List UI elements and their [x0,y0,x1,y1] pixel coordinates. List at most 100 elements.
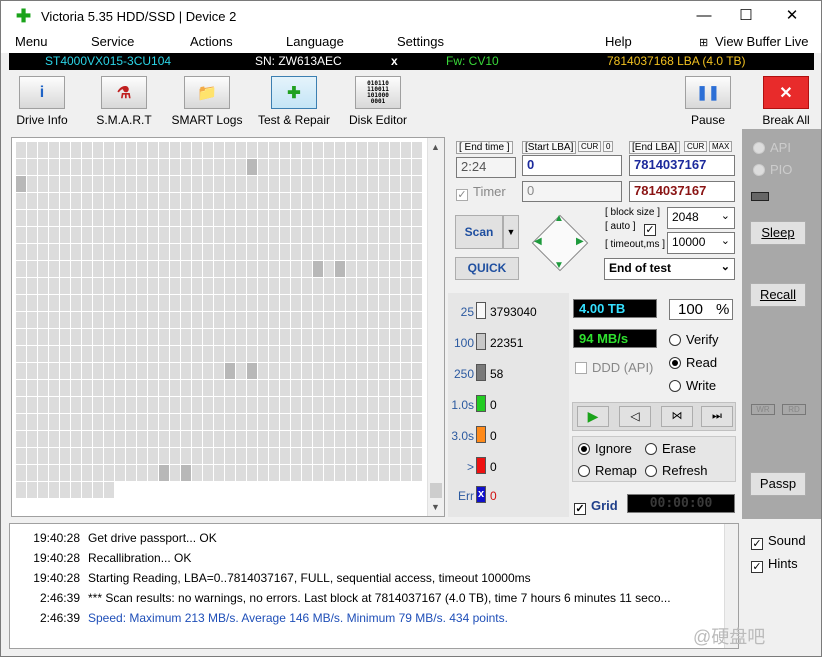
rewind-button[interactable]: ⋈ [661,406,693,427]
binary-doc-icon: 010110 110011 101000 0001 [355,76,401,109]
scroll-down-icon[interactable]: ▼ [431,502,440,512]
scan-button[interactable]: Scan [455,215,503,249]
ignore-radio[interactable]: Ignore [578,441,632,456]
timer-checkbox[interactable]: ✓ Timer [456,184,506,201]
write-radio[interactable]: Write [669,378,716,393]
quick-button[interactable]: QUICK [455,257,519,280]
auto-checkbox[interactable]: ✓ [644,219,661,236]
block-cell [302,210,312,226]
block-cell [258,397,268,413]
timeout-select[interactable]: 10000 ⌄ [667,232,735,254]
verify-label: Verify [686,332,719,347]
start-lba-field[interactable]: 0 [522,155,622,176]
pio-radio[interactable]: PIO [753,162,792,177]
elapsed-clock: 00:00:00 [627,494,735,513]
ddd-api-checkbox[interactable]: DDD (API) [575,360,653,375]
smart-button[interactable]: ⚗ S.M.A.R.T [93,76,155,127]
block-cell [247,142,257,158]
block-cell [16,278,26,294]
block-cell [137,176,147,192]
end-of-test-select[interactable]: End of test ⌄ [604,258,735,280]
menu-item-help[interactable]: Help [605,34,632,49]
menu-item-settings[interactable]: Settings [397,34,444,49]
block-cell [104,227,114,243]
scroll-up-icon[interactable]: ▲ [431,142,440,152]
hints-checkbox[interactable]: ✓ Hints [751,556,798,573]
erase-radio[interactable]: Erase [645,441,696,456]
disk-editor-button[interactable]: 010110 110011 101000 0001 Disk Editor [347,76,409,127]
down-arrow-icon[interactable]: ▼ [554,260,564,271]
start-lba-cur-button[interactable]: CUR [578,141,602,152]
block-cell [379,465,389,481]
grid-checkbox[interactable]: ✓ Grid [574,498,618,515]
block-cell [115,431,125,447]
block-cell [27,465,37,481]
log-row: 19:40:28 Starting Reading, LBA=0..7814037… [33,571,531,585]
sound-checkbox[interactable]: ✓ Sound [751,533,806,550]
block-cell [412,329,422,345]
drive-info-button[interactable]: i Drive Info [13,76,71,127]
verify-radio[interactable]: Verify [669,332,719,347]
menu-item-service[interactable]: Service [91,34,134,49]
up-arrow-icon[interactable]: ▲ [554,213,564,224]
block-cell [192,159,202,175]
toolbar: i Drive Info ⚗ S.M.A.R.T 📁 SMART Logs ✚ … [1,72,821,129]
block-cell [236,397,246,413]
block-cell [401,329,411,345]
block-cell [60,397,70,413]
block-cell [346,159,356,175]
left-arrow-icon[interactable]: ◀ [534,236,542,247]
start-lba-zero-button[interactable]: 0 [603,141,614,152]
block-cell [82,261,92,277]
view-buffer-live[interactable]: View Buffer Live [715,34,808,49]
block-cell [137,312,147,328]
end-lba-cur-button[interactable]: CUR [684,141,708,152]
api-radio[interactable]: API [753,140,791,155]
block-cell [247,159,257,175]
test-repair-button[interactable]: ✚ Test & Repair [255,76,333,127]
block-cell [313,414,323,430]
block-cell [170,159,180,175]
scan-dropdown-button[interactable]: ▼ [503,215,519,249]
info-close-x[interactable]: x [391,54,398,68]
block-cell [115,397,125,413]
block-map-scrollbar[interactable]: ▲ ▼ [427,138,444,516]
block-cell [379,329,389,345]
end-lba-max-button[interactable]: MAX [709,141,733,152]
block-cell [368,278,378,294]
play-button[interactable]: ▶ [577,406,609,427]
timer-field[interactable]: 0 [522,181,622,202]
remap-radio[interactable]: Remap [578,463,637,478]
scroll-thumb[interactable] [430,483,442,498]
smart-logs-button[interactable]: 📁 SMART Logs [171,76,243,127]
block-cell [214,465,224,481]
minimize-button[interactable]: — [681,1,727,32]
menu-item-language[interactable]: Language [286,34,344,49]
recall-button[interactable]: Recall [750,283,806,307]
percent-display: 100 % [669,299,733,320]
block-cell [302,295,312,311]
block-cell [335,261,345,277]
block-cell [302,414,312,430]
back-button[interactable]: ◁ [619,406,651,427]
end-lba-secondary-field[interactable]: 7814037167 [629,181,735,202]
pause-button[interactable]: ❚❚ Pause [685,76,731,127]
refresh-radio[interactable]: Refresh [645,463,708,478]
skip-button[interactable]: ⏭ [701,406,733,427]
end-lba-field[interactable]: 7814037167 [629,155,735,176]
block-cell [104,295,114,311]
block-cell [93,193,103,209]
menu-item-menu[interactable]: Menu [15,34,48,49]
end-time-field[interactable]: 2:24 [456,157,516,178]
close-button[interactable]: ✕ [769,1,815,32]
block-cell [412,295,422,311]
right-arrow-icon[interactable]: ▶ [576,236,584,247]
read-radio[interactable]: Read [669,355,717,370]
maximize-button[interactable]: ☐ [723,1,769,32]
block-cell [126,414,136,430]
passp-button[interactable]: Passp [750,472,806,496]
block-size-select[interactable]: 2048 ⌄ [667,207,735,229]
break-all-button[interactable]: ✕ Break All [759,76,813,127]
sleep-button[interactable]: Sleep [750,221,806,245]
menu-item-actions[interactable]: Actions [190,34,233,49]
